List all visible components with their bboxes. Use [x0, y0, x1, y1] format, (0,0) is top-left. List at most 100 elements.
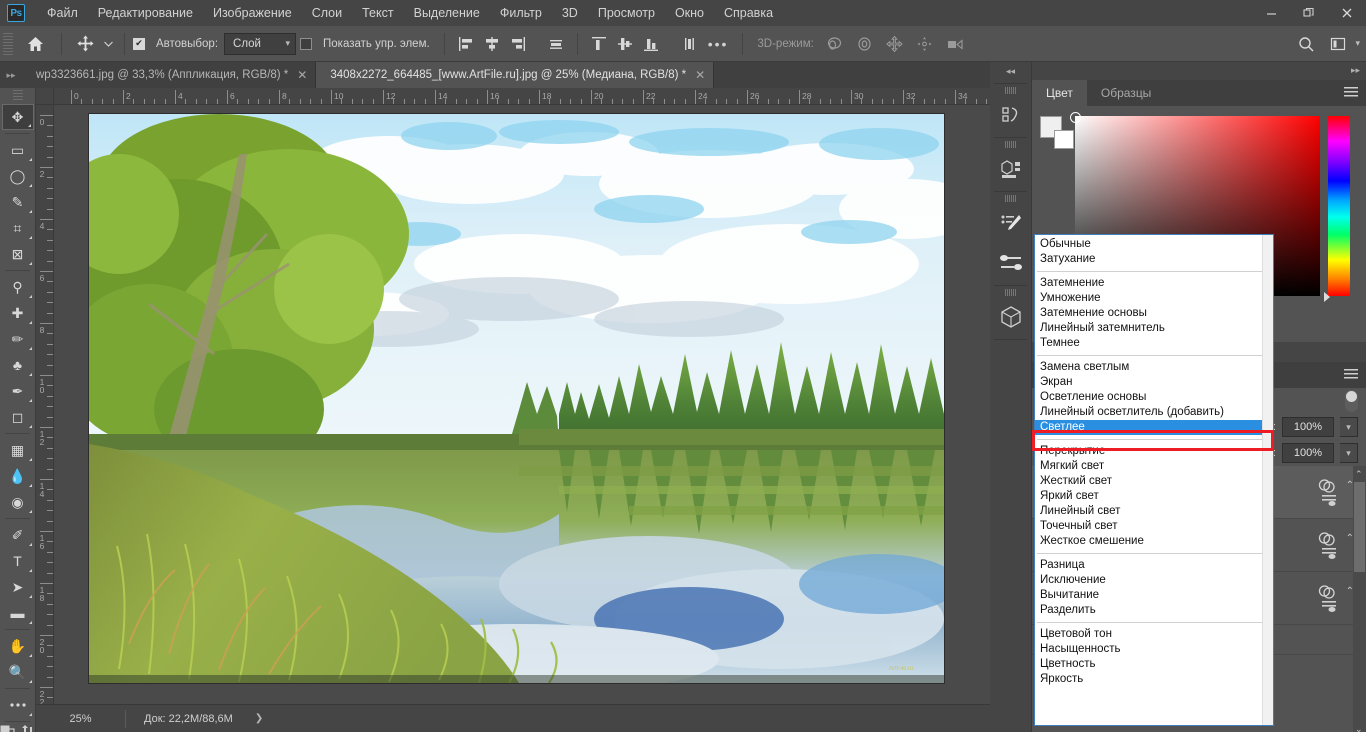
vertical-ruler[interactable]: 0 2 4 6 8 10 12 14 16 18 20 22: [36, 105, 54, 704]
dropdown-scrollbar[interactable]: [1262, 235, 1273, 725]
swap-colors-icon[interactable]: [21, 725, 35, 732]
menu-item-4[interactable]: Текст: [352, 0, 403, 26]
distribute-vertical-icon[interactable]: [676, 31, 702, 57]
tab-color[interactable]: Цвет: [1032, 80, 1087, 106]
layer-effects-icon[interactable]: [1320, 599, 1338, 618]
scrollbar-thumb[interactable]: [1354, 482, 1365, 572]
align-bottom-edges-icon[interactable]: [638, 31, 664, 57]
menu-item-1[interactable]: Редактирование: [88, 0, 203, 26]
autoselect-checkbox[interactable]: ✔: [133, 37, 145, 50]
scroll-down-icon[interactable]: ⌄: [1355, 724, 1363, 732]
opacity-dropdown-icon[interactable]: ▾: [1340, 417, 1358, 437]
blend-mode-option[interactable]: Вычитание: [1035, 588, 1273, 603]
3d-camera-icon[interactable]: [940, 29, 970, 59]
close-tab-icon[interactable]: ✕: [297, 68, 307, 82]
lasso-tool-icon[interactable]: ◯: [2, 163, 34, 189]
options-bar-grip[interactable]: [3, 32, 13, 55]
document-tab-1[interactable]: wp3323661.jpg @ 33,3% (Аппликация, RGB/8…: [22, 62, 317, 88]
history-brush-tool-icon[interactable]: ✒: [2, 378, 34, 404]
adjustments-icon[interactable]: [990, 243, 1032, 283]
quick-selection-tool-icon[interactable]: ✎: [2, 189, 34, 215]
quick-mask-icon[interactable]: [0, 725, 15, 732]
tab-swatches[interactable]: Образцы: [1086, 80, 1166, 106]
horizontal-ruler[interactable]: 024681012141618202224262830323436: [54, 88, 990, 105]
spectrum-cursor-icon[interactable]: [1070, 112, 1081, 123]
hue-slider[interactable]: [1328, 116, 1350, 296]
background-color-swatch[interactable]: [1054, 130, 1074, 149]
blend-mode-dropdown[interactable]: Обычные Затухание Затемнение Умножение Затем…: [1034, 234, 1274, 726]
gradient-tool-icon[interactable]: ▦: [2, 437, 34, 463]
canvas-image[interactable]: ArtFile.ru: [89, 114, 944, 683]
chevron-down-icon[interactable]: ▾: [1355, 38, 1360, 49]
move-tool-icon[interactable]: [70, 29, 100, 59]
align-right-edges-icon[interactable]: [505, 31, 531, 57]
search-icon[interactable]: [1291, 29, 1321, 59]
menu-item-9[interactable]: Окно: [665, 0, 714, 26]
move-tool-icon[interactable]: ✥: [1, 104, 34, 130]
color-panel-swatches[interactable]: [1040, 116, 1074, 149]
distribute-horizontal-icon[interactable]: [543, 31, 569, 57]
blend-mode-option[interactable]: Экран: [1035, 375, 1273, 390]
3d-slide-icon[interactable]: [910, 29, 940, 59]
fill-dropdown-icon[interactable]: ▾: [1340, 443, 1358, 463]
blend-mode-option[interactable]: Затемнение: [1035, 276, 1273, 291]
3d-pan-icon[interactable]: [880, 29, 910, 59]
blend-mode-option[interactable]: Умножение: [1035, 291, 1273, 306]
menu-item-5[interactable]: Выделение: [404, 0, 490, 26]
rail-grip[interactable]: [1004, 195, 1017, 202]
blend-mode-option[interactable]: Линейный осветлитель (добавить): [1035, 405, 1273, 420]
blend-mode-option[interactable]: Мягкий свет: [1035, 459, 1273, 474]
blend-mode-option[interactable]: Обычные: [1035, 237, 1273, 252]
brush-settings-icon[interactable]: [990, 203, 1032, 243]
rail-grip[interactable]: [1004, 141, 1017, 148]
tools-panel-grip[interactable]: [12, 90, 23, 102]
3d-orbit-icon[interactable]: [820, 29, 850, 59]
blend-mode-option[interactable]: Разделить: [1035, 603, 1273, 618]
marquee-tool-icon[interactable]: ▭: [2, 137, 34, 163]
blend-mode-option[interactable]: Жесткое смешение: [1035, 534, 1273, 549]
align-top-edges-icon[interactable]: [586, 31, 612, 57]
blend-mode-option[interactable]: Линейный свет: [1035, 504, 1273, 519]
ruler-corner[interactable]: [36, 88, 54, 105]
blend-mode-option[interactable]: Разница: [1035, 558, 1273, 573]
blend-mode-option[interactable]: Яркий свет: [1035, 489, 1273, 504]
align-vertical-centers-icon[interactable]: [612, 31, 638, 57]
clone-stamp-tool-icon[interactable]: ♣: [2, 352, 34, 378]
frame-tool-icon[interactable]: ⊠: [2, 241, 34, 267]
panel-menu-icon[interactable]: [1344, 87, 1358, 98]
blend-mode-option[interactable]: Насыщенность: [1035, 642, 1273, 657]
edit-toolbar-icon[interactable]: [2, 692, 34, 718]
canvas-viewport[interactable]: ArtFile.ru: [54, 105, 990, 704]
autoselect-scope-select[interactable]: Слой ▾: [224, 32, 297, 55]
eyedropper-tool-icon[interactable]: ⚲: [2, 274, 34, 300]
blend-mode-option[interactable]: Осветление основы: [1035, 390, 1273, 405]
eraser-tool-icon[interactable]: ◻: [2, 404, 34, 430]
blend-mode-option[interactable]: Замена светлым: [1035, 360, 1273, 375]
close-button[interactable]: [1328, 0, 1366, 26]
path-selection-tool-icon[interactable]: ➤: [2, 574, 34, 600]
canvas-vertical-scrollbar[interactable]: [977, 105, 990, 704]
type-tool-icon[interactable]: T: [2, 548, 34, 574]
collapse-panels-icon[interactable]: ◂◂: [990, 62, 1031, 81]
menu-item-0[interactable]: Файл: [37, 0, 88, 26]
zoom-tool-icon[interactable]: 🔍: [2, 659, 34, 685]
blend-mode-option[interactable]: Затемнение основы: [1035, 306, 1273, 321]
blend-mode-option[interactable]: Точечный свет: [1035, 519, 1273, 534]
opacity-value[interactable]: 100%: [1282, 417, 1334, 437]
tab-bar-grip[interactable]: ▸▸: [0, 62, 22, 88]
menu-item-2[interactable]: Изображение: [203, 0, 302, 26]
menu-item-6[interactable]: Фильтр: [490, 0, 552, 26]
document-tab-2[interactable]: 3408x2272_664485_[www.ArtFile.ru].jpg @ …: [316, 62, 715, 88]
tool-preset-chevron-icon[interactable]: [100, 29, 116, 59]
dodge-tool-icon[interactable]: ◉: [2, 489, 34, 515]
blend-mode-option[interactable]: Жесткий свет: [1035, 474, 1273, 489]
3d-roll-icon[interactable]: [850, 29, 880, 59]
rail-grip[interactable]: [1004, 289, 1017, 296]
blend-mode-option[interactable]: Яркость: [1035, 672, 1273, 687]
expand-panels-icon[interactable]: ▸▸: [1351, 65, 1360, 76]
minimize-button[interactable]: [1252, 0, 1290, 26]
fill-value[interactable]: 100%: [1282, 443, 1334, 463]
layer-effects-icon[interactable]: [1320, 493, 1338, 512]
menu-item-7[interactable]: 3D: [552, 0, 588, 26]
restore-button[interactable]: [1290, 0, 1328, 26]
